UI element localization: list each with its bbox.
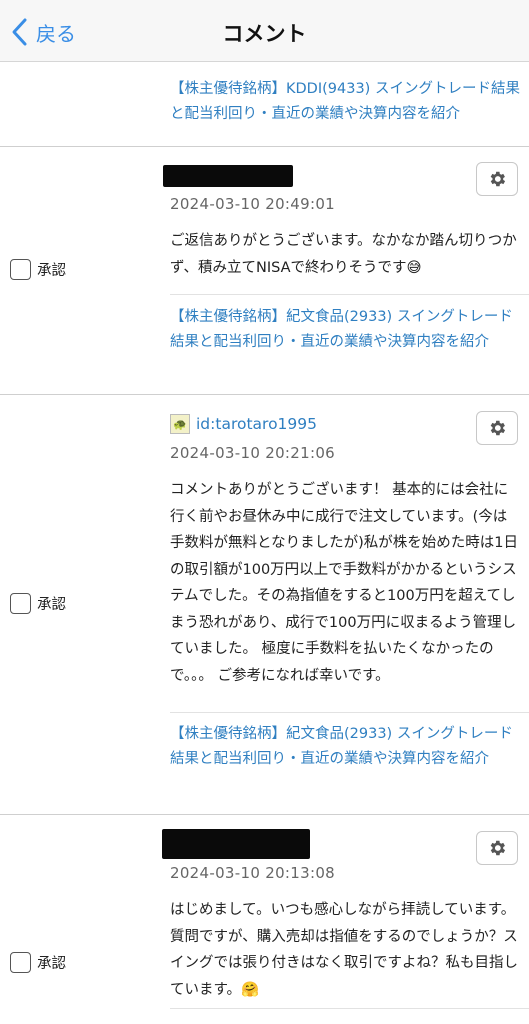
divider xyxy=(0,146,529,147)
settings-button[interactable] xyxy=(476,411,518,445)
comment-body: コメントありがとうございます！ 基本的には会社に行く前やお昼休み中に成行で注文し… xyxy=(170,482,518,684)
page-title: コメント xyxy=(222,22,307,46)
divider xyxy=(170,712,529,713)
approve-label: 承認 xyxy=(37,597,66,613)
redacted-author xyxy=(163,165,293,187)
settings-button[interactable] xyxy=(476,831,518,865)
comment-body: はじめまして。いつも感心しながら拝読しています。質問ですが、購入売却は指値をする… xyxy=(170,902,518,998)
article-link[interactable]: 【株主優待銘柄】KDDI(9433) スイングトレード結果と配当利回り・直近の業… xyxy=(170,77,520,127)
checkbox[interactable] xyxy=(10,593,31,614)
divider xyxy=(170,294,529,295)
article-link[interactable]: 【株主優待銘柄】紀文食品(2933) スイングトレード結果と配当利回り・直近の業… xyxy=(170,722,520,772)
comment-date: 2024-03-10 20:49:01 xyxy=(170,195,336,213)
checkbox[interactable] xyxy=(10,259,31,280)
approve-label: 承認 xyxy=(37,263,66,279)
gear-icon xyxy=(490,171,506,187)
article-link[interactable]: 【株主優待銘柄】紀文食品(2933) スイングトレード結果と配当利回り・直近の業… xyxy=(170,305,520,355)
checkbox[interactable] xyxy=(10,952,31,973)
navigation-bar: 戻る コメント xyxy=(0,0,529,62)
approve-checkbox[interactable]: 承認 xyxy=(10,952,66,973)
comment-author[interactable]: 🐢 id:tarotaro1995 xyxy=(170,414,317,434)
divider xyxy=(0,814,529,815)
divider xyxy=(0,394,529,395)
divider xyxy=(170,1008,529,1009)
settings-button[interactable] xyxy=(476,162,518,196)
approve-checkbox[interactable]: 承認 xyxy=(10,259,66,280)
redacted-author xyxy=(162,829,310,859)
approve-checkbox[interactable]: 承認 xyxy=(10,593,66,614)
avatar: 🐢 xyxy=(170,414,190,434)
gear-icon xyxy=(490,420,506,436)
author-name[interactable]: id:tarotaro1995 xyxy=(196,415,317,433)
approve-label: 承認 xyxy=(37,956,66,972)
comment-date: 2024-03-10 20:21:06 xyxy=(170,444,336,462)
comment-body: ご返信ありがとうございます。なかなか踏ん切りつかず、積み立てNISAで終わりそう… xyxy=(170,233,517,276)
comment-date: 2024-03-10 20:13:08 xyxy=(170,864,336,882)
gear-icon xyxy=(490,840,506,856)
